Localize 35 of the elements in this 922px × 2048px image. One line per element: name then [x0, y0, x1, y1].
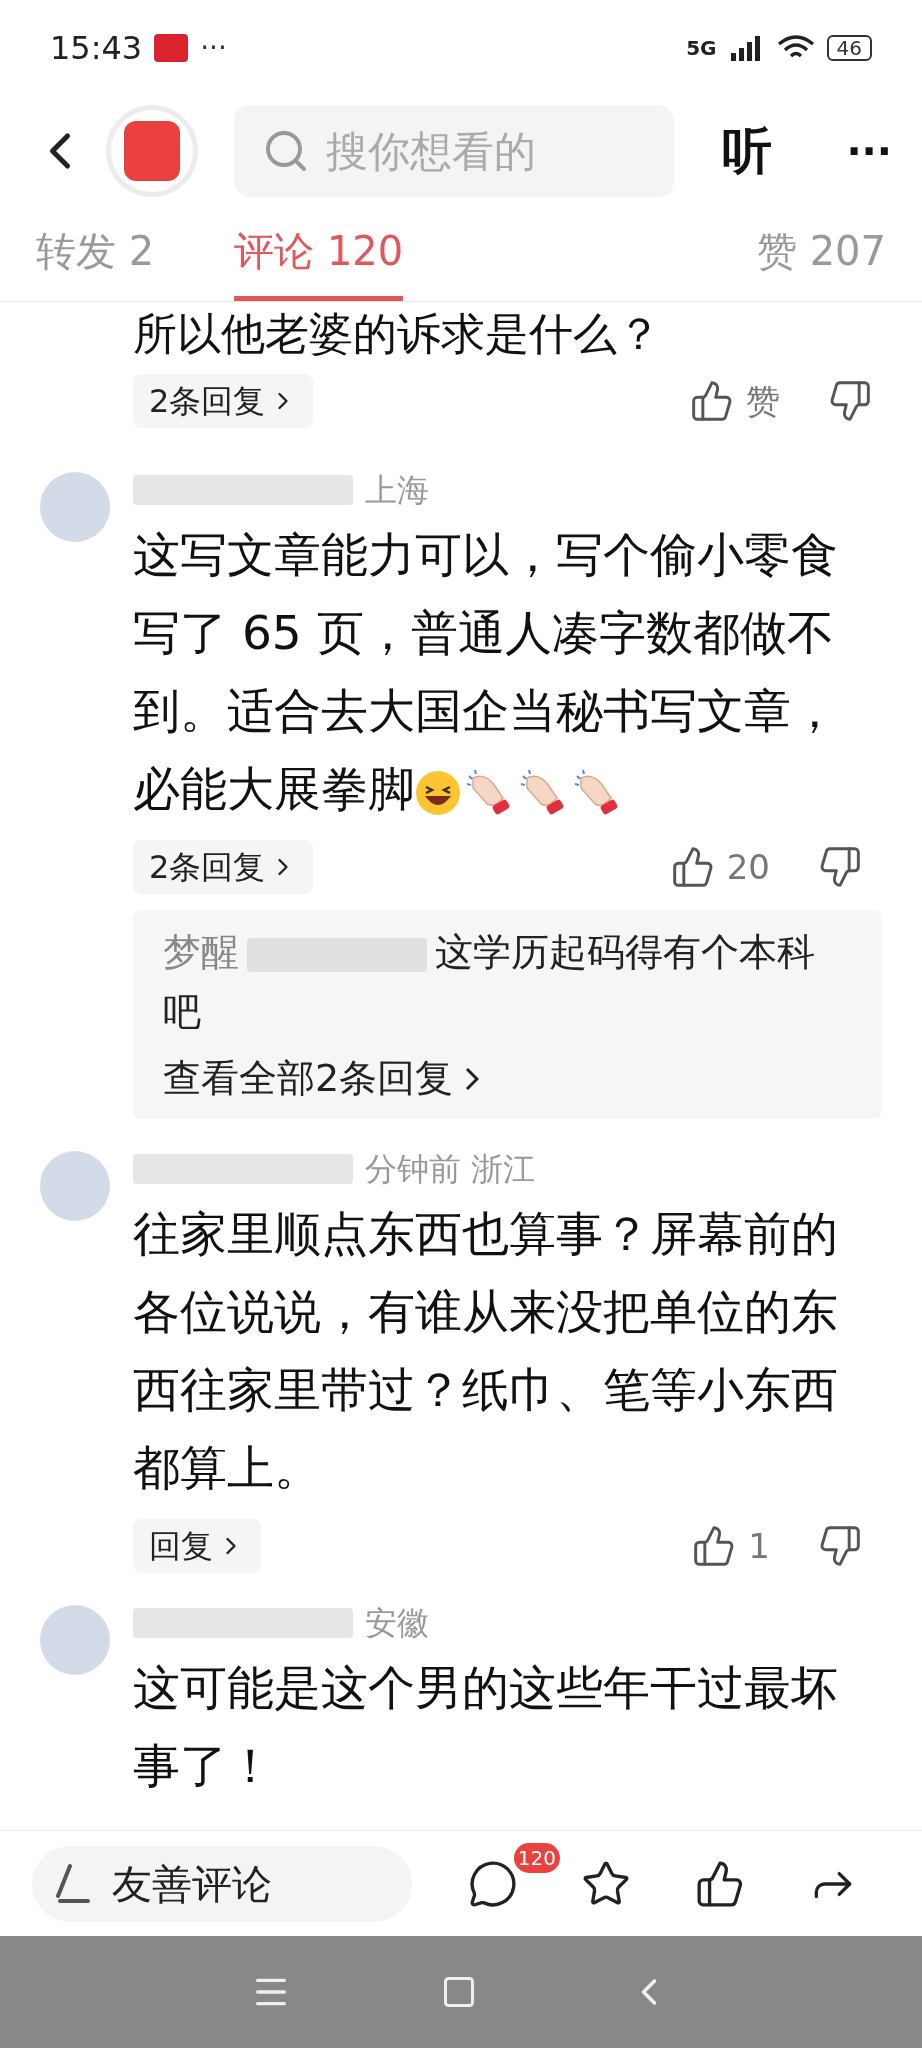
grinning-emoji-icon — [415, 769, 461, 816]
dislike-button[interactable] — [818, 845, 862, 889]
comment-meta: 分钟前 浙江 — [365, 1149, 536, 1190]
battery-indicator: 46 — [826, 35, 872, 61]
dislike-button[interactable] — [828, 379, 872, 423]
comment-meta: 上海 — [365, 470, 429, 511]
listen-button[interactable]: 听 — [722, 113, 772, 189]
dislike-button[interactable] — [818, 1524, 862, 1568]
network-label: 5G — [686, 35, 717, 62]
home-button[interactable] — [441, 1974, 477, 2010]
comment-count-badge: 120 — [513, 1842, 560, 1873]
like-button[interactable]: 1 — [692, 1520, 770, 1572]
comment-text: 这写文章能力可以，写个偷小零食写了 65 页，普通人凑字数都做不到。适合去大国企当秘书写文章，必能大展拳脚 — [133, 526, 839, 820]
view-all-replies-link[interactable]: 查看全部2条回复 — [163, 1050, 480, 1107]
comment-meta: 安徽 — [365, 1603, 429, 1644]
like-button[interactable]: 20 — [670, 841, 770, 893]
more-button[interactable]: ··· — [846, 121, 892, 181]
reply-preview-text: 梦醒 这学历起码得有个本科吧 — [163, 929, 816, 1036]
app-notification-icon — [154, 34, 189, 62]
app-logo-icon — [106, 105, 198, 197]
thumbs-up-icon — [690, 379, 734, 423]
like-button[interactable]: 赞 — [690, 375, 780, 427]
comment-input-field[interactable]: 友善评论 — [32, 1845, 412, 1922]
status-more: ··· — [200, 30, 227, 66]
chevron-icon — [465, 1066, 480, 1091]
replies-button[interactable]: 2条回复 — [133, 840, 314, 894]
comment-text: 这可能是这个男的这些年干过最坏事了！ — [133, 1659, 839, 1795]
tab[interactable]: 评论 120 — [234, 206, 404, 301]
thumbs-up-icon — [670, 845, 715, 889]
replies-button[interactable]: 回复 — [133, 1519, 261, 1573]
status-time: 15:43 — [50, 28, 143, 69]
replies-button[interactable]: 2条回复 — [133, 374, 314, 428]
comments-button[interactable] — [467, 1858, 518, 1909]
comment-text: 所以他老婆的诉求是什么？ — [133, 307, 662, 361]
comment-text: 往家里顺点东西也算事？屏幕前的各位说说，有谁从来没把单位的东西往家里带过？纸巾、笔等小东西都算上。 — [133, 1205, 839, 1497]
